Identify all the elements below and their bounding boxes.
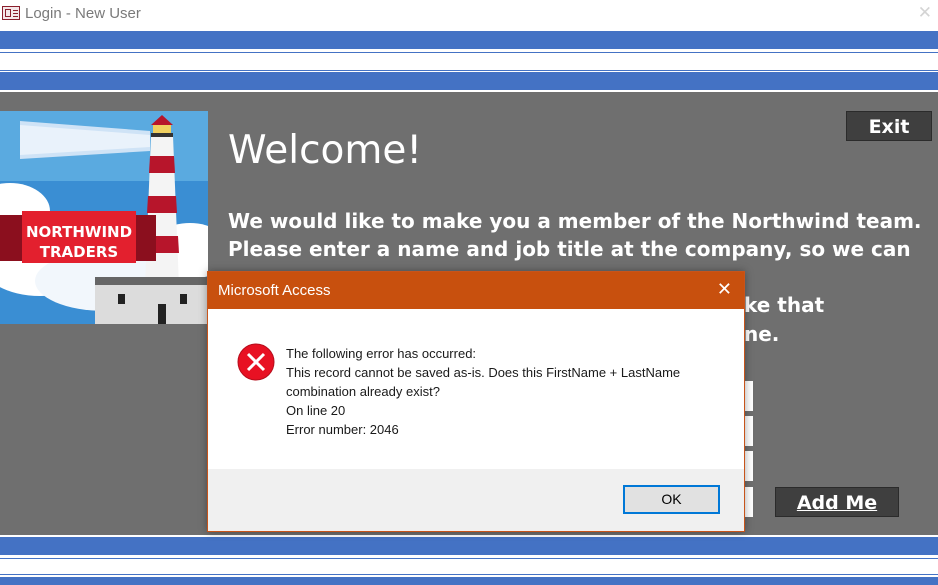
intro-line-partial: ne. — [744, 322, 780, 346]
intro-line: We would like to make you a member of th… — [228, 209, 922, 233]
dialog-title: Microsoft Access — [218, 282, 331, 299]
window-close-button[interactable]: ✕ — [918, 3, 932, 23]
divider-line — [0, 52, 938, 53]
intro-line: Please enter a name and job title at the… — [228, 237, 911, 261]
welcome-heading: Welcome! — [228, 128, 423, 173]
ok-button[interactable]: OK — [623, 485, 720, 514]
divider-line — [0, 70, 938, 71]
footer-band — [0, 577, 938, 585]
message-line: This record cannot be saved as-is. Does … — [286, 365, 681, 380]
last-name-input[interactable] — [744, 416, 753, 446]
add-me-button[interactable]: Add Me — [775, 487, 899, 517]
dialog-message: The following error has occurred: This r… — [286, 344, 680, 439]
logo-text-line2: TRADERS — [40, 243, 118, 261]
intro-line-partial: ke that — [744, 293, 825, 317]
divider-line — [0, 574, 938, 575]
job-title-input[interactable] — [744, 451, 753, 481]
message-line: The following error has occurred: — [286, 346, 477, 361]
message-line: combination already exist? — [286, 384, 440, 399]
dialog-close-button[interactable]: ✕ — [717, 279, 732, 300]
divider-line — [0, 558, 938, 559]
message-line: Error number: 2046 — [286, 422, 399, 437]
error-icon — [237, 343, 275, 381]
error-dialog: Microsoft Access ✕ The following error h… — [207, 271, 745, 532]
header-band — [0, 72, 938, 90]
intro-text: We would like to make you a member of th… — [228, 207, 922, 263]
header-band — [0, 31, 938, 49]
message-line: On line 20 — [286, 403, 346, 418]
dialog-footer: OK — [208, 469, 744, 531]
form-icon — [2, 6, 20, 20]
add-me-label: Add Me — [796, 492, 878, 514]
exit-button[interactable]: Exit — [846, 111, 932, 141]
logo-text-line1: NORTHWIND — [26, 223, 132, 241]
northwind-logo: NORTHWIND TRADERS — [0, 111, 208, 324]
footer-band — [0, 537, 938, 555]
window-title: Login - New User — [25, 5, 141, 22]
extra-input[interactable] — [744, 487, 753, 517]
first-name-input[interactable] — [744, 381, 753, 411]
title-bar: Login - New User ✕ — [0, 0, 938, 30]
dialog-title-bar: Microsoft Access ✕ — [208, 272, 744, 309]
